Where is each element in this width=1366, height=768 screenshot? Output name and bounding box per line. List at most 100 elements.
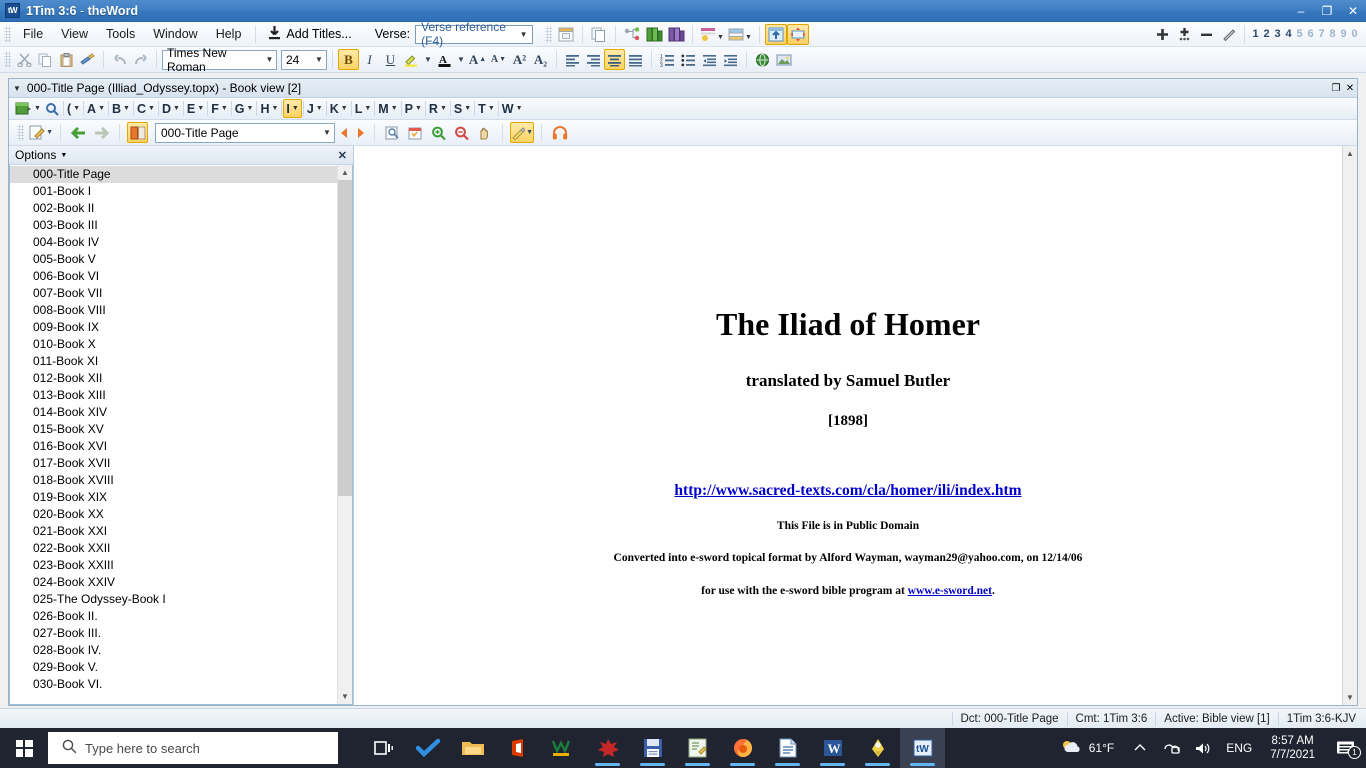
- topic-list-item[interactable]: 013-Book XIII: [10, 387, 337, 404]
- hierarchy-icon[interactable]: [621, 24, 643, 45]
- taskbar-word-button[interactable]: W: [810, 728, 855, 768]
- close-button[interactable]: ✕: [1340, 0, 1366, 22]
- copy-icon-2[interactable]: [35, 49, 56, 70]
- shrink-font-button[interactable]: A ▼: [488, 49, 509, 70]
- taskbar-documents-button[interactable]: [765, 728, 810, 768]
- topic-list-item[interactable]: 024-Book XXIV: [10, 574, 337, 591]
- menu-help[interactable]: Help: [207, 23, 251, 45]
- topic-list-item[interactable]: 006-Book VI: [10, 268, 337, 285]
- topic-list-item[interactable]: 001-Book I: [10, 183, 337, 200]
- marker-1[interactable]: 1: [1250, 28, 1261, 40]
- paste-icon[interactable]: [56, 49, 77, 70]
- topic-list-item[interactable]: 028-Book IV.: [10, 642, 337, 659]
- doc-scroll-down-button[interactable]: ▼: [1343, 690, 1357, 705]
- font-color-icon[interactable]: A: [434, 49, 455, 70]
- edit-mode-icon[interactable]: ▼: [29, 122, 53, 143]
- taskbar-gnome-button[interactable]: [855, 728, 900, 768]
- topic-list-item[interactable]: 025-The Odyssey-Book I: [10, 591, 337, 608]
- letter-button-i[interactable]: I ▼: [283, 99, 302, 118]
- redo-icon[interactable]: [130, 49, 151, 70]
- chevron-down-icon[interactable]: ▼: [13, 84, 21, 93]
- topic-list-item[interactable]: 000-Title Page: [10, 166, 337, 183]
- decrease-indent-icon[interactable]: [699, 49, 720, 70]
- marker-0[interactable]: 0: [1349, 28, 1360, 40]
- next-topic-icon[interactable]: [353, 122, 367, 143]
- marker-9[interactable]: 9: [1338, 28, 1349, 40]
- module-search-icon[interactable]: [43, 99, 62, 118]
- letter-button-s[interactable]: S ▼: [452, 99, 473, 118]
- options-label[interactable]: Options: [15, 148, 56, 162]
- zoom-out-icon[interactable]: [451, 122, 472, 143]
- topic-list-scrollbar[interactable]: ▲ ▼: [337, 165, 352, 704]
- topic-list-item[interactable]: 008-Book VIII: [10, 302, 337, 319]
- font-family-combo[interactable]: Times New Roman ▼: [162, 46, 277, 74]
- align-justify-icon[interactable]: [625, 49, 646, 70]
- format-drag-grip[interactable]: [4, 51, 11, 68]
- topic-list-item[interactable]: 004-Book IV: [10, 234, 337, 251]
- marker-3[interactable]: 3: [1272, 28, 1283, 40]
- new-window-icon[interactable]: [555, 24, 577, 45]
- audio-icon[interactable]: [549, 122, 570, 143]
- minimize-button[interactable]: –: [1288, 0, 1314, 22]
- maximize-button[interactable]: ❐: [1314, 0, 1340, 22]
- start-button[interactable]: [0, 728, 48, 768]
- topic-list-item[interactable]: 027-Book III.: [10, 625, 337, 642]
- topic-list-item[interactable]: 029-Book V.: [10, 659, 337, 676]
- purple-books-icon[interactable]: [665, 24, 687, 45]
- taskbar-splat-button[interactable]: [585, 728, 630, 768]
- topic-list-item[interactable]: 019-Book XIX: [10, 489, 337, 506]
- topic-list[interactable]: 000-Title Page 001-Book I 002-Book II 003-B…: [10, 165, 337, 704]
- panel-close-button[interactable]: ✕: [338, 149, 347, 162]
- letter-button-j[interactable]: J ▼: [305, 99, 325, 118]
- grow-font-button[interactable]: A ▲: [467, 49, 488, 70]
- topic-list-item[interactable]: 010-Book X: [10, 336, 337, 353]
- scroll-thumb[interactable]: [338, 180, 352, 496]
- forward-icon[interactable]: [91, 122, 112, 143]
- topic-list-item[interactable]: 017-Book XVII: [10, 455, 337, 472]
- sync-up-icon[interactable]: [765, 23, 788, 45]
- taskbar-office-button[interactable]: [495, 728, 540, 768]
- cut-icon[interactable]: [14, 49, 35, 70]
- letter-button-g[interactable]: G ▼: [233, 99, 256, 118]
- letter-button-p[interactable]: P ▼: [403, 99, 424, 118]
- menu-drag-grip[interactable]: [4, 25, 11, 43]
- tray-onedrive-icon[interactable]: [1156, 728, 1187, 768]
- zoom-in-icon[interactable]: [428, 122, 449, 143]
- topic-list-item[interactable]: 002-Book II: [10, 200, 337, 217]
- bold-button[interactable]: B: [338, 49, 359, 70]
- doc-scroll-up-button[interactable]: ▲: [1343, 146, 1357, 161]
- marker-5[interactable]: 5: [1294, 28, 1305, 40]
- taskbar-todoist-button[interactable]: [405, 728, 450, 768]
- undo-icon[interactable]: [109, 49, 130, 70]
- marker-7[interactable]: 7: [1316, 28, 1327, 40]
- insert-image-icon[interactable]: [773, 49, 794, 70]
- letter-button-w[interactable]: W ▼: [500, 99, 525, 118]
- tray-show-hidden-icons-button[interactable]: [1124, 728, 1156, 768]
- topic-list-item[interactable]: 016-Book XVI: [10, 438, 337, 455]
- layout-sun-icon[interactable]: ▼: [698, 24, 726, 45]
- menu-view[interactable]: View: [52, 23, 97, 45]
- topic-list-item[interactable]: 020-Book XX: [10, 506, 337, 523]
- toolbar2-drag-grip[interactable]: [545, 25, 553, 43]
- tray-volume-icon[interactable]: [1187, 728, 1218, 768]
- erase-marker-icon[interactable]: [1217, 24, 1239, 45]
- print-preview-icon[interactable]: [382, 122, 403, 143]
- letter-button-m[interactable]: M ▼: [376, 99, 399, 118]
- topic-list-item[interactable]: 011-Book XI: [10, 353, 337, 370]
- verse-reference-combo[interactable]: Verse reference (F4) ▼: [415, 20, 534, 48]
- topic-list-item[interactable]: 007-Book VII: [10, 285, 337, 302]
- topic-list-item[interactable]: 009-Book IX: [10, 319, 337, 336]
- underline-button[interactable]: U: [380, 49, 401, 70]
- topic-list-item[interactable]: 003-Book III: [10, 217, 337, 234]
- sync-all-icon[interactable]: [787, 23, 810, 45]
- letter-button-e[interactable]: E ▼: [185, 99, 206, 118]
- format-painter-icon[interactable]: [77, 49, 98, 70]
- document-scrollbar[interactable]: ▲ ▼: [1342, 146, 1357, 705]
- topic-list-item[interactable]: 012-Book XII: [10, 370, 337, 387]
- marker-8[interactable]: 8: [1327, 28, 1338, 40]
- tray-language-indicator[interactable]: ENG: [1218, 728, 1260, 768]
- add-marker-icon[interactable]: [1151, 24, 1173, 45]
- letter-button-d[interactable]: D ▼: [160, 99, 182, 118]
- nav-drag-grip[interactable]: [17, 124, 24, 141]
- topic-list-item[interactable]: 030-Book VI.: [10, 676, 337, 693]
